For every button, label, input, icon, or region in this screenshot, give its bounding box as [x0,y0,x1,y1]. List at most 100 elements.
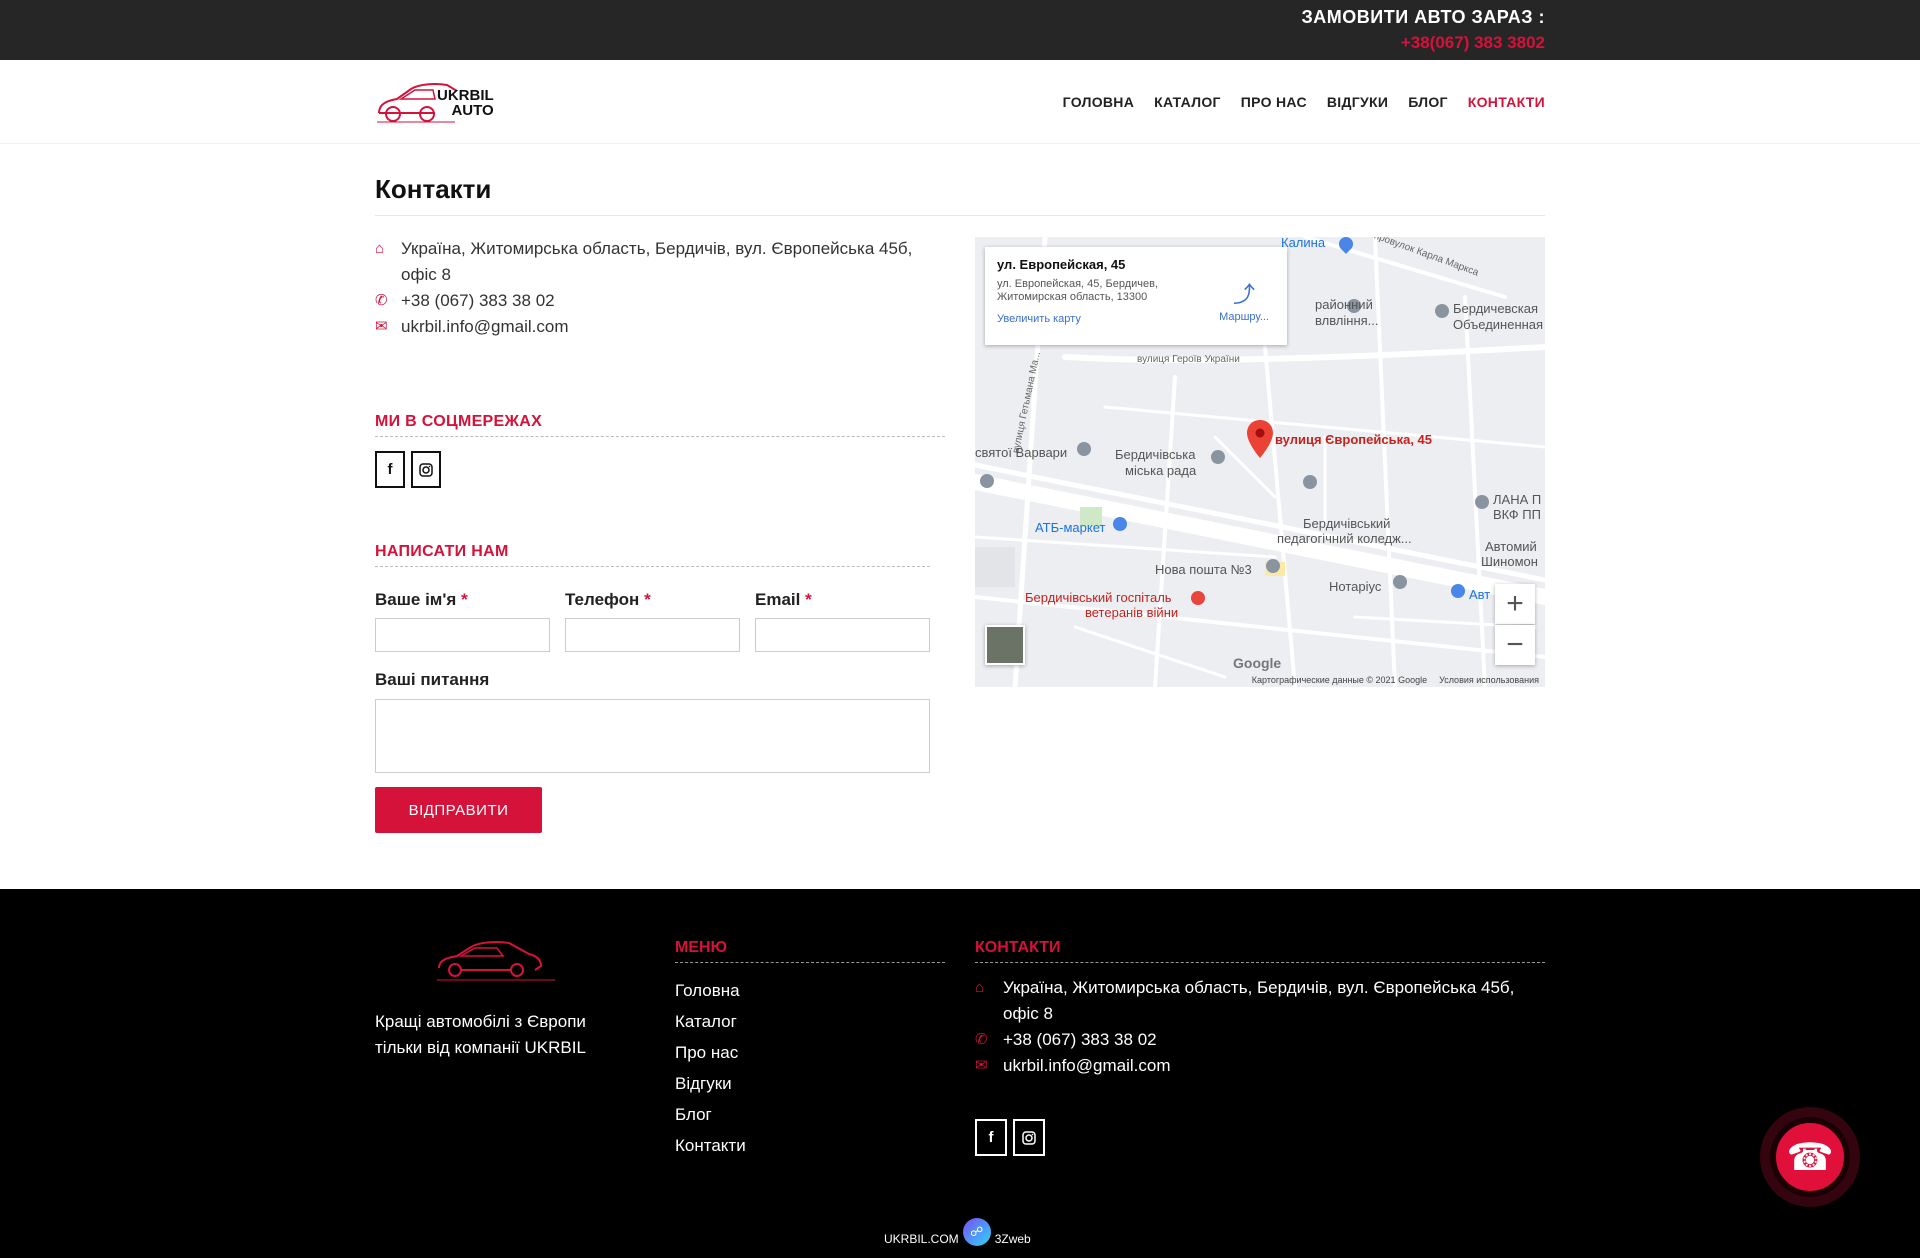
poi-hospital-icon [1191,591,1205,605]
poi-school-icon [1303,475,1317,489]
facebook-icon: f [988,1129,994,1146]
title-divider [375,215,1545,216]
instagram-icon [1022,1130,1036,1145]
map-label-notarius: Нотаріус [1329,579,1382,594]
phone-input[interactable] [565,618,740,652]
poi-avto-icon [1451,584,1465,598]
google-map[interactable]: Калина провулок Карла Маркса районний вл… [975,237,1545,687]
footer-contacts-heading: КОНТАКТИ [975,939,1061,956]
map-label-koledzh-1: Бердичівський [1303,516,1391,531]
map-terms-link[interactable]: Условия использования [1439,675,1539,685]
directions-icon: ⤴ [1233,282,1256,307]
site-footer: Кращі автомобілі з Європи тільки від ком… [0,889,1920,1258]
footer-menu-divider [675,962,945,963]
footer-contacts: ⌂ Україна, Житомирська область, Бердичів… [975,975,1545,1079]
phone-icon: ✆ [975,1031,988,1048]
social-heading: МИ В СОЦМЕРЕЖАХ [375,413,543,430]
footer-menu-about[interactable]: Про нас [675,1037,746,1068]
envelope-icon: ✉ [975,1057,988,1074]
footer-email[interactable]: ✉ ukrbil.info@gmail.com [975,1053,1545,1079]
footer-menu-contacts[interactable]: Контакти [675,1130,746,1161]
map-attribution: Картографические данные © 2021 Google Ус… [1251,675,1539,685]
dev-logo-icon: ☍ [962,1218,991,1246]
map-label-avtomyi-2: Шиномон [1481,554,1538,569]
footer-menu-catalog[interactable]: Каталог [675,1006,746,1037]
order-now: ЗАМОВИТИ АВТО ЗАРАЗ : +38(067) 383 3802 [1302,7,1545,53]
map-pin-icon[interactable] [1247,420,1273,458]
map-label-hospital-2: ветеранів війни [1085,605,1179,620]
footer-about: Кращі автомобілі з Європи тільки від ком… [375,1012,586,1057]
facebook-icon: f [387,461,393,478]
map-label-geroiv: вулиця Героїв України [1137,354,1240,365]
poi-atb-icon [1113,517,1127,531]
map-info-card: ул. Европейская, 45 ул. Европейская, 45,… [985,247,1287,345]
footer-social-links: f [975,1119,1045,1156]
nav-about[interactable]: ПРО НАС [1241,94,1307,110]
footer-contacts-divider [975,962,1545,963]
poi-church-icon [1077,442,1091,456]
footer-instagram-button[interactable] [1013,1119,1045,1156]
map-label-rada-1: Бердичівська [1115,447,1196,462]
footer-menu-home[interactable]: Головна [675,975,746,1006]
nav-blog[interactable]: БЛОГ [1408,94,1448,110]
nav-catalog[interactable]: КАТАЛОГ [1154,94,1221,110]
contact-email[interactable]: ✉ ukrbil.info@gmail.com [375,314,945,340]
map-label-avtomyi-1: Автомий [1485,539,1537,554]
car-logo-icon [437,941,555,981]
footer-menu-reviews[interactable]: Відгуки [675,1068,746,1099]
map-label-lana-1: ЛАНА П [1493,492,1542,507]
email-input[interactable] [755,618,930,652]
nav-reviews[interactable]: ВІДГУКИ [1327,94,1388,110]
footer-logo [437,934,557,989]
google-logo: Google [1233,655,1282,671]
order-phone-link[interactable]: +38(067) 383 3802 [1302,33,1545,53]
question-label: Ваші питання [375,670,490,689]
form-heading: НАПИСАТИ НАМ [375,543,509,560]
nav-contacts[interactable]: КОНТАКТИ [1468,94,1545,110]
instagram-button[interactable] [411,451,441,488]
map-label-atb: АТБ-маркет [1035,520,1106,535]
call-button[interactable]: ☎ [1760,1107,1860,1207]
map-card-title: ул. Европейская, 45 [997,257,1126,272]
footer-phone[interactable]: ✆ +38 (067) 383 38 02 [975,1027,1545,1053]
facebook-button[interactable]: f [375,451,405,488]
phone-label: Телефон * [565,590,651,609]
map-label-varvary: святої Варвари [975,445,1068,460]
page-title: Контакти [375,174,492,204]
footer-facebook-button[interactable]: f [975,1119,1007,1156]
footer-menu-blog[interactable]: Блог [675,1099,746,1130]
directions-button[interactable]: ⤴ Маршру... [1219,277,1269,323]
home-icon: ⌂ [375,240,385,257]
map-pin-label: вулиця Європейська, 45 [1275,432,1433,447]
order-label: ЗАМОВИТИ АВТО ЗАРАЗ : [1301,7,1545,27]
map-label-hospital-1: Бердичівський госпіталь [1025,590,1172,605]
footer-menu: Головна Каталог Про нас Відгуки Блог Кон… [675,975,746,1161]
map-label-avto: Авт [1469,587,1491,602]
nav-home[interactable]: ГОЛОВНА [1063,94,1134,110]
name-input[interactable] [375,618,550,652]
phone-icon: ✆ [375,292,388,309]
envelope-icon: ✉ [375,318,388,335]
map-card-address: ул. Европейская, 45, Бердичев, Житомирск… [997,278,1159,303]
footer-copyright: UKRBIL.COM ☍ 3Zweb [884,1218,1031,1246]
zoom-in-button[interactable]: + [1495,584,1535,624]
map-label-lana-2: ВКФ ПП [1493,507,1541,522]
zoom-out-button[interactable]: − [1495,625,1535,665]
form-divider [375,566,930,567]
site-logo[interactable]: UKRBIL AUTO [375,77,500,125]
map-label-obiednana: Объединенная [1453,317,1544,332]
poi-notarius-icon [1393,575,1407,589]
top-bar: ЗАМОВИТИ АВТО ЗАРАЗ : +38(067) 383 3802 [0,0,1920,60]
name-label: Ваше ім'я * [375,590,468,609]
contact-list: ⌂ Україна, Житомирська область, Бердичів… [375,236,945,340]
contact-phone[interactable]: ✆ +38 (067) 383 38 02 [375,288,945,314]
map-label-kalyna: Калина [1281,237,1326,250]
phone-handset-icon: ☎ [1770,1117,1850,1197]
social-divider [375,436,945,437]
poi-gov2-icon [1435,304,1449,318]
dev-link[interactable]: 3Zweb [995,1232,1031,1246]
satellite-toggle[interactable] [985,625,1025,665]
map-label-koledzh-2: педагогічний коледж... [1277,531,1412,546]
question-textarea[interactable] [375,699,930,773]
submit-button[interactable]: ВІДПРАВИТИ [375,787,542,833]
